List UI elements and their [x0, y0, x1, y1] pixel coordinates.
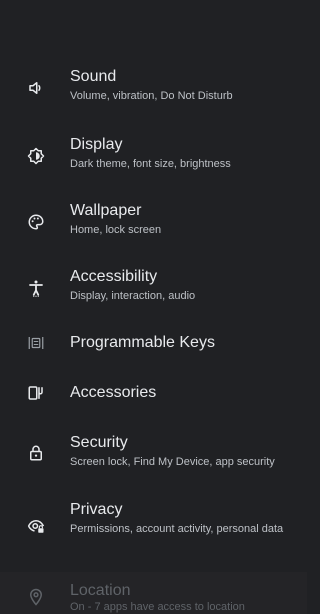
settings-item-title: Accessories	[70, 384, 157, 401]
settings-item-accessibility[interactable]: Accessibility Display, interaction, audi…	[0, 262, 307, 312]
settings-item-subtitle: On - 7 apps have access to location	[70, 601, 245, 613]
settings-item-title: Privacy	[70, 501, 123, 518]
settings-item-location[interactable]: Location On - 7 apps have access to loca…	[0, 577, 307, 614]
settings-item-subtitle: Permissions, account activity, personal …	[70, 523, 284, 535]
settings-item-subtitle: Screen lock, Find My Device, app securit…	[70, 456, 275, 468]
settings-item-subtitle: Home, lock screen	[70, 224, 162, 236]
settings-item-title: Sound	[70, 68, 117, 85]
settings-item-subtitle: Dark theme, font size, brightness	[70, 158, 231, 170]
settings-item-title: Programmable Keys	[70, 334, 215, 351]
lock-icon	[27, 444, 45, 462]
accessories-icon	[27, 384, 45, 402]
settings-list: Sound Volume, vibration, Do Not Disturb …	[0, 0, 307, 614]
location-pin-icon	[27, 588, 45, 606]
accessibility-icon	[27, 279, 45, 297]
settings-item-sound[interactable]: Sound Volume, vibration, Do Not Disturb	[0, 62, 307, 112]
volume-icon	[27, 79, 45, 97]
settings-item-display[interactable]: Display Dark theme, font size, brightnes…	[0, 130, 307, 180]
settings-item-title: Accessibility	[70, 268, 158, 285]
settings-item-security[interactable]: Security Screen lock, Find My Device, ap…	[0, 428, 307, 478]
settings-item-title: Wallpaper	[70, 202, 142, 219]
settings-item-privacy[interactable]: Privacy Permissions, account activity, p…	[0, 495, 307, 557]
settings-item-title: Security	[70, 434, 128, 451]
brightness-icon	[27, 147, 45, 165]
settings-item-subtitle: Volume, vibration, Do Not Disturb	[70, 90, 233, 102]
programmable-keys-icon	[27, 334, 45, 352]
palette-icon	[27, 213, 45, 231]
settings-item-subtitle: Display, interaction, audio	[70, 290, 196, 302]
settings-item-title: Display	[70, 136, 123, 153]
settings-item-title: Location	[70, 582, 131, 599]
privacy-icon	[27, 517, 45, 535]
settings-item-wallpaper[interactable]: Wallpaper Home, lock screen	[0, 196, 307, 246]
settings-item-programmable-keys[interactable]: Programmable Keys	[0, 328, 307, 358]
settings-item-accessories[interactable]: Accessories	[0, 378, 307, 408]
